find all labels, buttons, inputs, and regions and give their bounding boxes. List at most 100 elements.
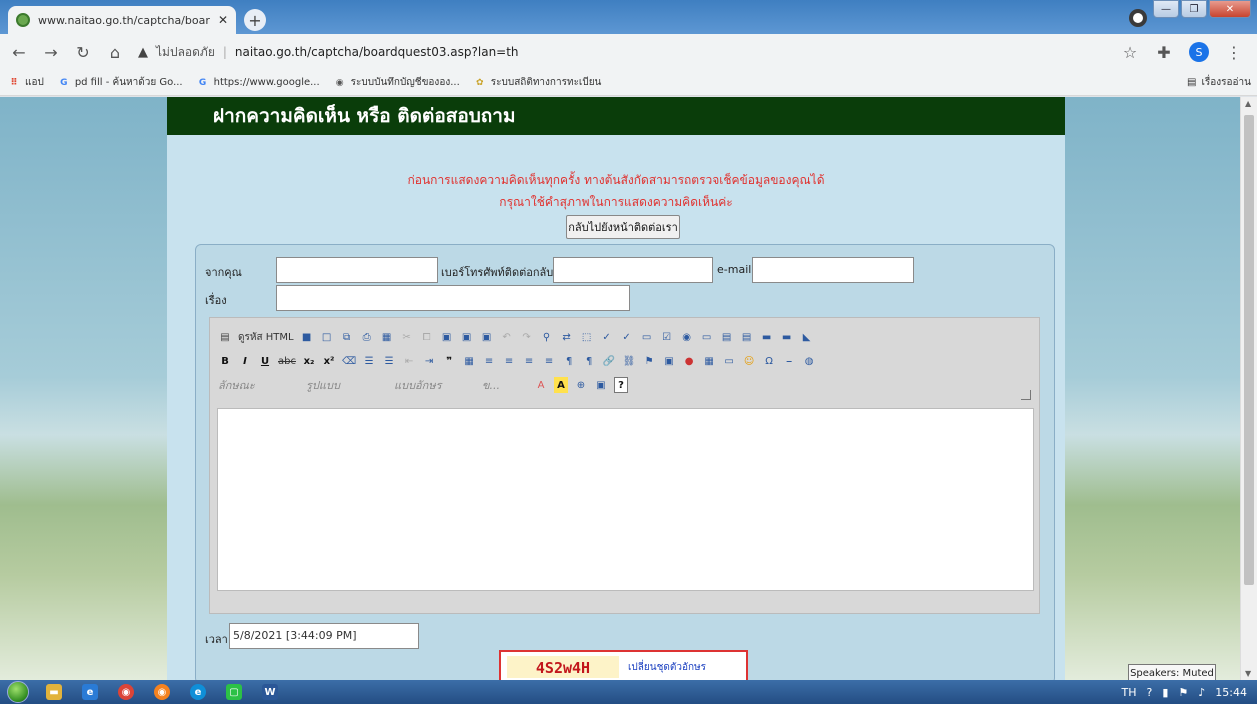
select-field-icon[interactable]: ▤: [740, 329, 754, 345]
anchor-flag-icon[interactable]: ⚑: [642, 353, 656, 369]
textarea-icon[interactable]: ▤: [720, 329, 734, 345]
scroll-thumb[interactable]: [1244, 115, 1254, 585]
menu-kebab-icon[interactable]: ⋮: [1225, 43, 1243, 62]
image-icon[interactable]: ▣: [662, 353, 676, 369]
subject-input[interactable]: [276, 285, 630, 311]
extensions-puzzle-icon[interactable]: ✚: [1155, 43, 1173, 62]
blockquote-icon[interactable]: ❞: [442, 353, 456, 369]
iframe-icon[interactable]: ◍: [802, 353, 816, 369]
ltr-icon[interactable]: ¶: [562, 353, 576, 369]
button-field-icon[interactable]: ▬: [760, 329, 774, 345]
help-icon[interactable]: ?: [614, 377, 628, 393]
volume-muted-icon[interactable]: ♪: [1198, 686, 1205, 699]
help-circle-icon[interactable]: ?: [1146, 686, 1152, 699]
forward-arrow-icon[interactable]: →: [42, 43, 60, 62]
maximize-editor-icon[interactable]: ⊕: [574, 377, 588, 393]
underline-icon[interactable]: U: [258, 353, 272, 369]
style-dropdown[interactable]: ลักษณะ: [218, 376, 300, 394]
horizontal-rule-icon[interactable]: ▭: [722, 353, 736, 369]
language-indicator[interactable]: TH: [1121, 686, 1136, 699]
omnibox[interactable]: ▲ ไม่ปลอดภัย | naitao.go.th/captcha/boar…: [138, 43, 1107, 62]
reading-list[interactable]: ▤ เรื่องรออ่าน: [1187, 75, 1251, 90]
minimize-button[interactable]: —: [1153, 0, 1179, 18]
page-break-icon[interactable]: ⎯: [782, 353, 796, 369]
align-left-icon[interactable]: ≡: [482, 353, 496, 369]
new-page-icon[interactable]: □: [320, 329, 334, 345]
bookmark-apps[interactable]: ⠿ แอป: [8, 75, 43, 90]
preview-icon[interactable]: ⧉: [340, 329, 354, 345]
scroll-down-arrow-icon[interactable]: ▼: [1245, 669, 1251, 678]
source-doc-icon[interactable]: ▤: [218, 329, 232, 345]
replace-icon[interactable]: ⇄: [560, 329, 574, 345]
page-scrollbar[interactable]: ▲ ▼: [1240, 97, 1257, 680]
bulleted-list-icon[interactable]: ☰: [382, 353, 396, 369]
close-tab-icon[interactable]: ✕: [218, 13, 228, 27]
refresh-captcha-link[interactable]: เปลี่ยนชุดตัวอักษร: [628, 660, 706, 675]
font-dropdown[interactable]: แบบอักษร: [394, 376, 476, 394]
network-icon[interactable]: ▮: [1162, 686, 1168, 699]
select-all-icon[interactable]: ⬚: [580, 329, 594, 345]
scayt-icon[interactable]: ✓: [620, 329, 634, 345]
bookmark-accounting[interactable]: ◉ ระบบบันทึกบัญชีขององ...: [334, 75, 460, 90]
taskbar-word[interactable]: W: [252, 681, 288, 703]
form-icon[interactable]: ▭: [640, 329, 654, 345]
paste-text-icon[interactable]: ▣: [460, 329, 474, 345]
email-input[interactable]: [752, 257, 914, 283]
bookmark-star-icon[interactable]: ☆: [1121, 43, 1139, 62]
strike-icon[interactable]: abc: [278, 353, 296, 369]
security-status[interactable]: ไม่ปลอดภัย: [156, 43, 215, 62]
indent-icon[interactable]: ⇥: [422, 353, 436, 369]
hidden-field-icon[interactable]: ◣: [800, 329, 814, 345]
maximize-button[interactable]: ❐: [1181, 0, 1207, 18]
url-text[interactable]: naitao.go.th/captcha/boardquest03.asp?la…: [235, 45, 519, 59]
browser-tab[interactable]: www.naitao.go.th/captcha/board ✕: [8, 6, 236, 34]
align-right-icon[interactable]: ≡: [522, 353, 536, 369]
reload-icon[interactable]: ↻: [74, 43, 92, 62]
time-input[interactable]: 5/8/2021 [3:44:09 PM]: [229, 623, 419, 649]
justify-icon[interactable]: ≡: [542, 353, 556, 369]
paste-word-icon[interactable]: ▣: [480, 329, 494, 345]
source-html-button[interactable]: ดูรหัส HTML: [238, 330, 294, 345]
start-button[interactable]: [0, 680, 36, 704]
align-center-icon[interactable]: ≡: [502, 353, 516, 369]
bookmark-google[interactable]: G https://www.google...: [197, 77, 320, 89]
unlink-icon[interactable]: ⛓: [622, 353, 636, 369]
superscript-icon[interactable]: x²: [322, 353, 336, 369]
link-icon[interactable]: 🔗: [602, 353, 616, 369]
back-arrow-icon[interactable]: ←: [10, 43, 28, 62]
editor-content-area[interactable]: [217, 408, 1034, 591]
templates-icon[interactable]: ▦: [380, 329, 394, 345]
image-button-icon[interactable]: ▬: [780, 329, 794, 345]
remove-format-icon[interactable]: ⌫: [342, 353, 356, 369]
table-icon[interactable]: ▦: [702, 353, 716, 369]
text-color-icon[interactable]: A: [534, 377, 548, 393]
warning-triangle-icon[interactable]: ▲: [138, 45, 148, 60]
back-to-contact-button[interactable]: กลับไปยังหน้าติดต่อเรา: [566, 215, 680, 239]
paste-icon[interactable]: ▣: [440, 329, 454, 345]
undo-icon[interactable]: ↶: [500, 329, 514, 345]
scroll-up-arrow-icon[interactable]: ▲: [1245, 99, 1251, 108]
clock[interactable]: 15:44: [1215, 686, 1247, 699]
print-icon[interactable]: ⎙: [360, 329, 374, 345]
numbered-list-icon[interactable]: ☰: [362, 353, 376, 369]
spellcheck-icon[interactable]: ✓: [600, 329, 614, 345]
format-dropdown[interactable]: รูปแบบ: [306, 376, 388, 394]
taskbar-chrome[interactable]: ◉: [108, 681, 144, 703]
bold-icon[interactable]: B: [218, 353, 232, 369]
redo-icon[interactable]: ↷: [520, 329, 534, 345]
outdent-icon[interactable]: ⇤: [402, 353, 416, 369]
bookmark-registry-stats[interactable]: ✿ ระบบสถิติทางการทะเบียน: [474, 75, 601, 90]
taskbar-explorer[interactable]: ▬: [36, 681, 72, 703]
div-container-icon[interactable]: ▦: [462, 353, 476, 369]
textfield-icon[interactable]: ▭: [700, 329, 714, 345]
subscript-icon[interactable]: x₂: [302, 353, 316, 369]
phone-input[interactable]: [553, 257, 713, 283]
taskbar-firefox[interactable]: ◉: [144, 681, 180, 703]
find-icon[interactable]: ⚲: [540, 329, 554, 345]
italic-icon[interactable]: I: [238, 353, 252, 369]
flash-icon[interactable]: ●: [682, 353, 696, 369]
size-dropdown[interactable]: ข...: [482, 376, 528, 394]
cut-icon[interactable]: ✂: [400, 329, 414, 345]
chrome-profile-icon[interactable]: [1129, 9, 1147, 27]
taskbar-ie[interactable]: e: [72, 681, 108, 703]
